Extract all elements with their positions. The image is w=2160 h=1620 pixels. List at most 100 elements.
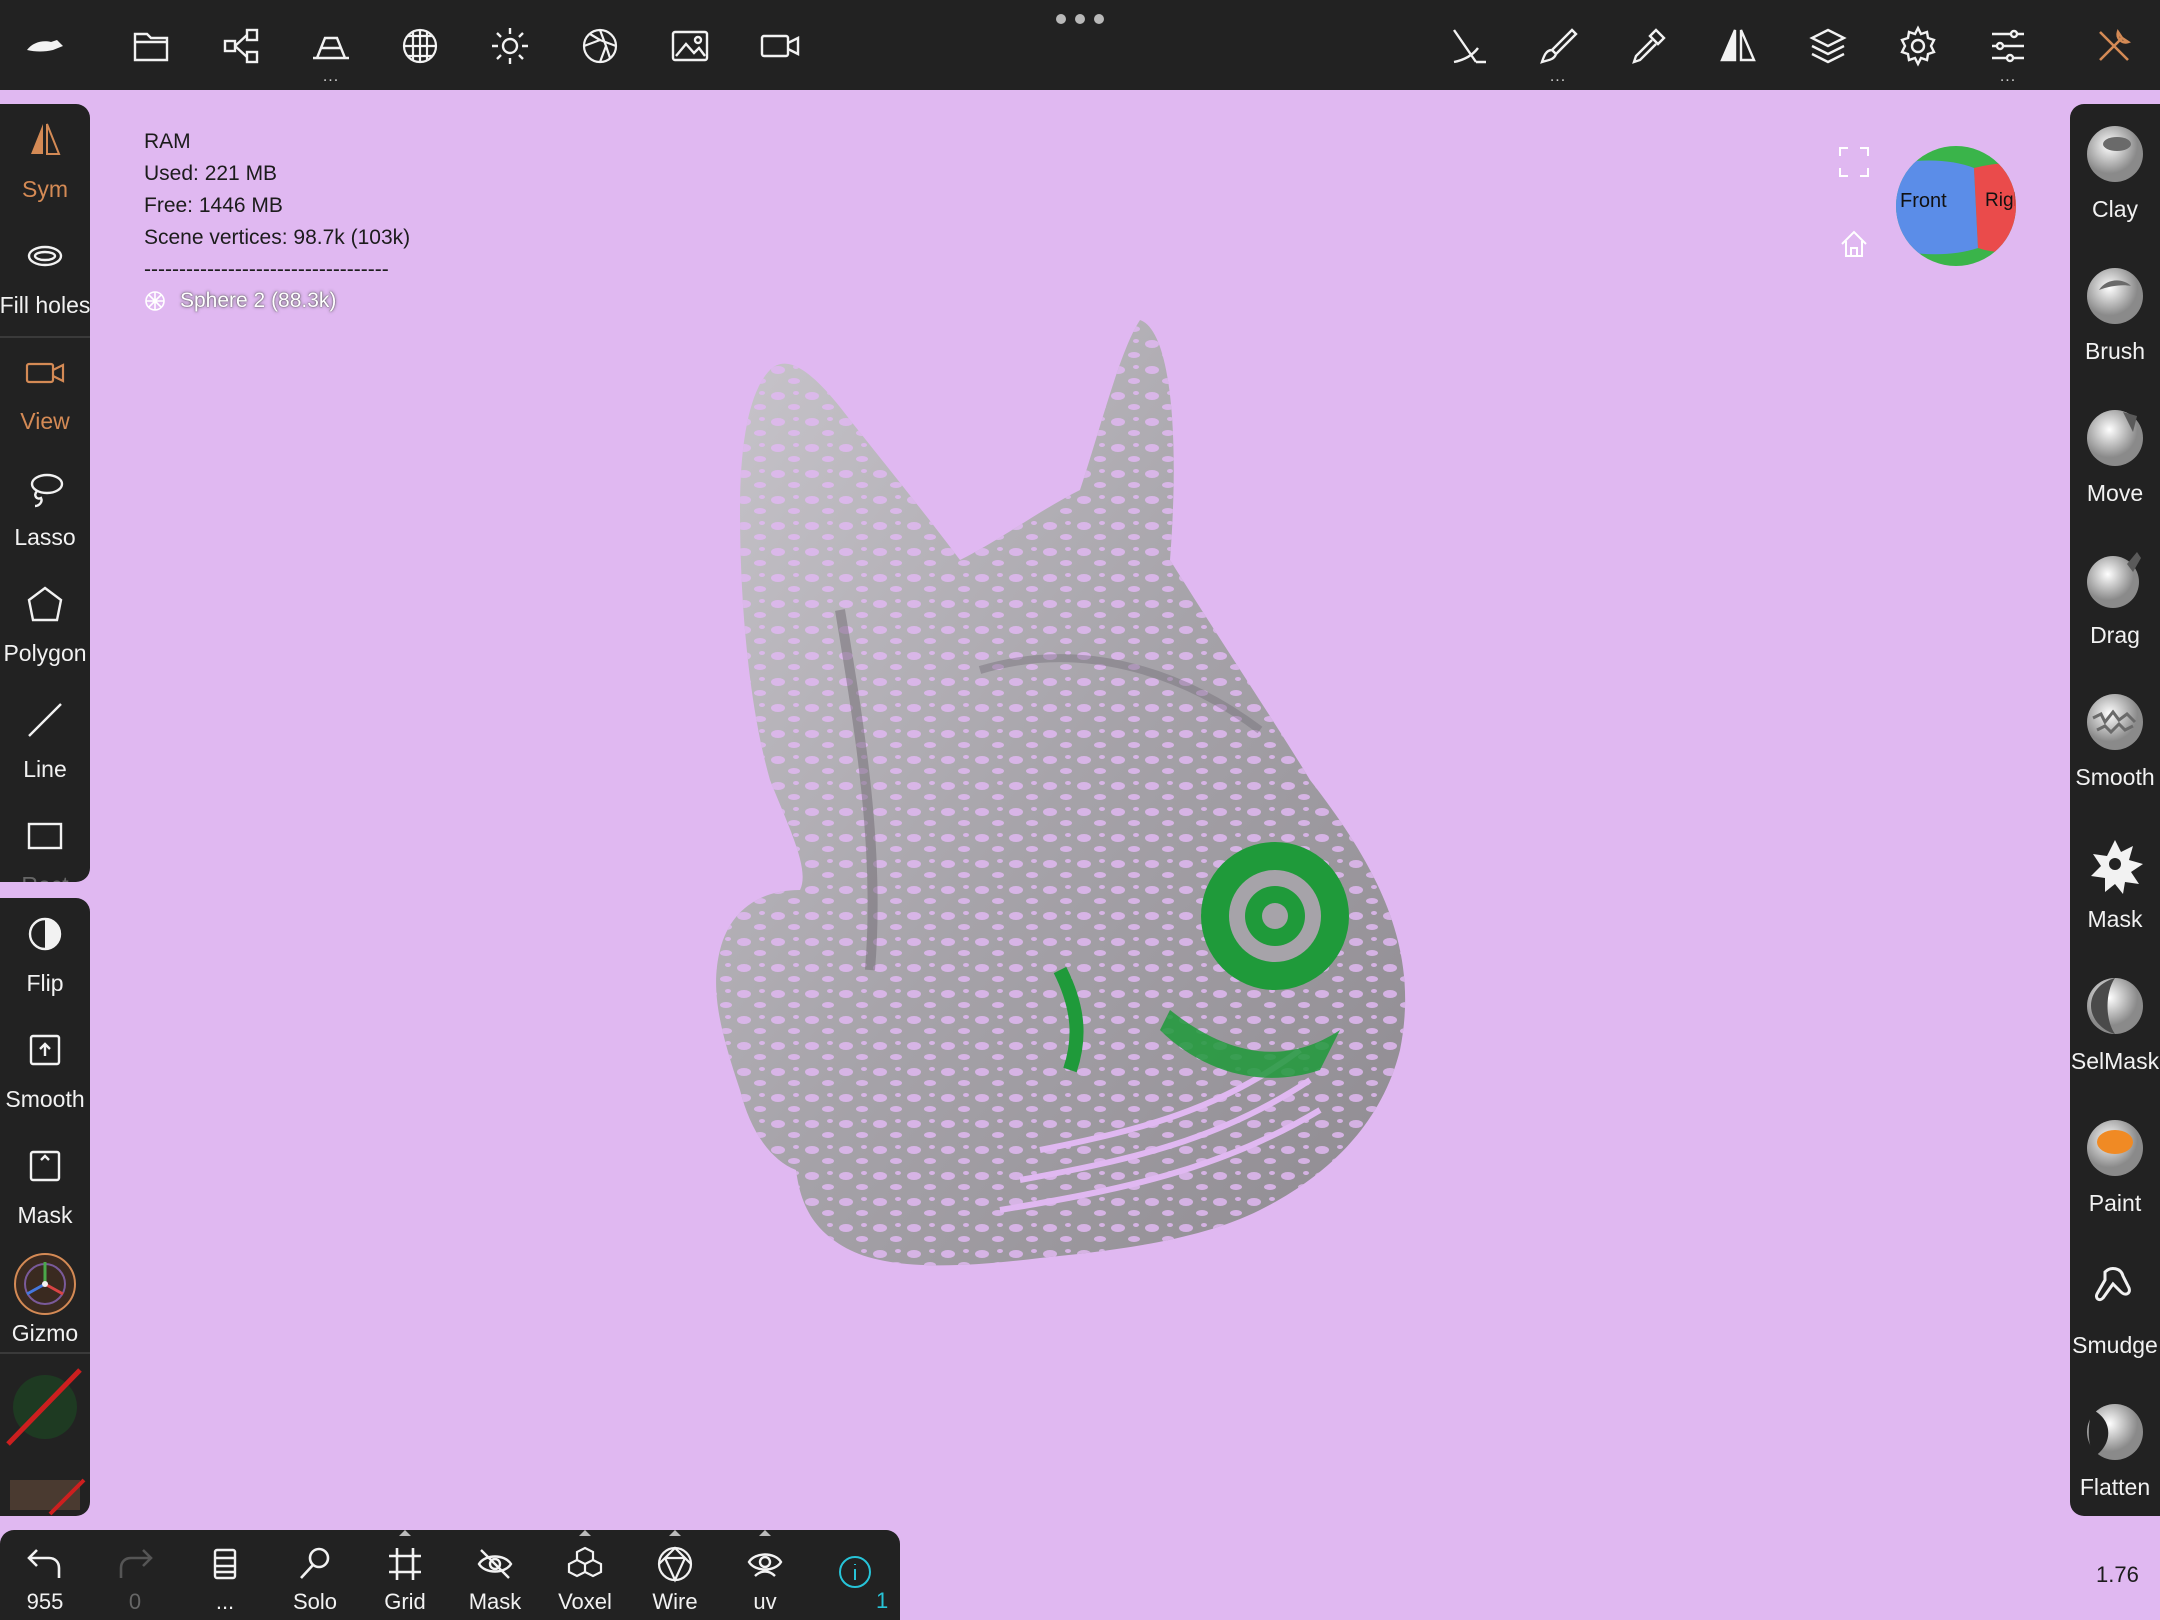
brush-clay[interactable]: Clay	[2070, 104, 2160, 246]
brush-standard[interactable]: Brush	[2070, 246, 2160, 388]
zoom-value: 1.76	[2096, 1562, 2139, 1587]
secondary-color-swatch[interactable]	[0, 1358, 90, 1474]
left-action-panel: Flip Smooth Mask Gizmo	[0, 898, 90, 1516]
tool-label: Fill holes	[0, 292, 90, 318]
wire-button[interactable]: Wire	[630, 1530, 720, 1620]
uv-eye-icon	[747, 1553, 783, 1577]
shelf-icon[interactable]: ...	[303, 18, 359, 85]
primary-color-swatch[interactable]	[0, 1468, 90, 1516]
bottom-toolbar: 955 0 ... Solo Grid Mask Voxel Wire uv	[0, 1530, 900, 1620]
action-smooth[interactable]: Smooth	[0, 1014, 90, 1130]
tool-label: Polygon	[3, 640, 87, 666]
brush-label: Smooth	[2075, 764, 2155, 790]
selmask-brush-icon	[2087, 978, 2143, 1034]
history-icon	[213, 1548, 237, 1580]
home-icon[interactable]	[1838, 228, 1870, 260]
voxel-icon	[567, 1546, 603, 1578]
gizmo-icon	[14, 1253, 76, 1315]
tool-view[interactable]: View	[0, 336, 90, 452]
action-mask[interactable]: Mask	[0, 1130, 90, 1246]
action-label: Mask	[17, 1202, 73, 1228]
info-icon	[839, 1556, 871, 1588]
uv-label: uv	[753, 1589, 777, 1614]
brush-smudge[interactable]: Smudge	[2070, 1240, 2160, 1382]
stats-free: Free: 1446 MB	[144, 194, 283, 217]
brush-drag[interactable]: Drag	[2070, 530, 2160, 672]
brush-label: Flatten	[2079, 1474, 2151, 1500]
tool-label: Rect	[21, 872, 68, 882]
image-icon[interactable]	[662, 18, 718, 74]
grid-button[interactable]: Grid	[360, 1530, 450, 1620]
settings-icon[interactable]	[1890, 18, 1946, 74]
brush-smooth[interactable]: Smooth	[2070, 672, 2160, 814]
tool-sym[interactable]: Sym	[0, 104, 90, 220]
history-button[interactable]: ...	[180, 1530, 270, 1620]
app-logo-icon[interactable]	[17, 18, 73, 74]
eye-hidden-icon	[477, 1549, 513, 1579]
tools-icon[interactable]	[2086, 18, 2142, 74]
redo-button[interactable]: 0	[90, 1530, 180, 1620]
nav-cube-right-label: Right	[1985, 190, 2015, 211]
tool-polygon[interactable]: Polygon	[0, 568, 90, 684]
history-label: ...	[215, 1589, 235, 1614]
sphere-mesh-icon	[145, 291, 165, 311]
info-count: 1	[876, 1588, 889, 1613]
mask-icon	[29, 1150, 61, 1182]
fill-holes-icon	[27, 245, 63, 267]
voxel-button[interactable]: Voxel	[540, 1530, 630, 1620]
brush-paint[interactable]: Paint	[2070, 1098, 2160, 1240]
brush-selmask[interactable]: SelMask	[2070, 956, 2160, 1098]
scene-item-label: Sphere 2 (88.3k)	[180, 289, 337, 312]
material-icon[interactable]	[392, 18, 448, 74]
stats-title: RAM	[144, 130, 191, 153]
flip-icon	[28, 917, 62, 951]
uv-button[interactable]: uv	[720, 1530, 810, 1620]
mask-label: Mask	[468, 1589, 522, 1614]
caret-up-icon	[579, 1530, 591, 1536]
picker-icon[interactable]	[1620, 18, 1676, 74]
brush-icon[interactable]: ...	[1530, 18, 1586, 85]
brush-mask[interactable]: Mask	[2070, 814, 2160, 956]
solo-button[interactable]: Solo	[270, 1530, 360, 1620]
shading-icon[interactable]	[572, 18, 628, 74]
action-gizmo[interactable]: Gizmo	[0, 1246, 90, 1362]
stats-used: Used: 221 MB	[144, 162, 278, 185]
mask-visibility-button[interactable]: Mask	[450, 1530, 540, 1620]
move-brush-icon	[2087, 410, 2143, 466]
sculpt-mesh[interactable]	[700, 310, 1540, 1350]
action-label: Gizmo	[11, 1320, 79, 1346]
scene-item-sphere[interactable]: Sphere 2 (88.3k)	[144, 286, 336, 316]
rectangle-icon	[27, 822, 63, 850]
frame-selection-icon[interactable]	[1838, 146, 1870, 178]
symmetry-icon	[31, 123, 61, 155]
color-icon	[10, 1478, 86, 1516]
brush-move[interactable]: Move	[2070, 388, 2160, 530]
tool-fill-holes[interactable]: Fill holes	[0, 220, 90, 336]
sliders-icon[interactable]: ...	[1980, 18, 2036, 85]
lasso-icon	[30, 473, 64, 508]
folder-icon[interactable]	[123, 18, 179, 74]
tool-line[interactable]: Line	[0, 684, 90, 800]
stroke-icon[interactable]	[1440, 18, 1496, 74]
more-menu-handle[interactable]	[1056, 12, 1104, 26]
scene-graph-icon[interactable]	[213, 18, 269, 74]
caret-up-icon	[669, 1530, 681, 1536]
tool-rect[interactable]: Rect	[0, 800, 90, 882]
brush-label: Move	[2086, 480, 2144, 506]
undo-count: 955	[26, 1589, 64, 1614]
layers-icon[interactable]	[1800, 18, 1856, 74]
grid-icon	[389, 1548, 421, 1580]
redo-count: 0	[128, 1589, 142, 1614]
brush-label: Brush	[2084, 338, 2146, 364]
tool-lasso[interactable]: Lasso	[0, 452, 90, 568]
stats-vertices: Scene vertices: 98.7k (103k)	[144, 226, 411, 249]
light-icon[interactable]	[482, 18, 538, 74]
brush-panel: Clay Brush Move Drag Smooth Mask SelMask…	[2070, 104, 2160, 1516]
brush-label: Drag	[2090, 622, 2140, 648]
camera-icon[interactable]	[752, 18, 808, 74]
action-flip[interactable]: Flip	[0, 898, 90, 1014]
brush-flatten[interactable]: Flatten	[2070, 1382, 2160, 1524]
undo-button[interactable]: 955	[0, 1530, 90, 1620]
tool-label: Line	[23, 756, 67, 782]
symmetry-icon[interactable]	[1710, 18, 1766, 74]
